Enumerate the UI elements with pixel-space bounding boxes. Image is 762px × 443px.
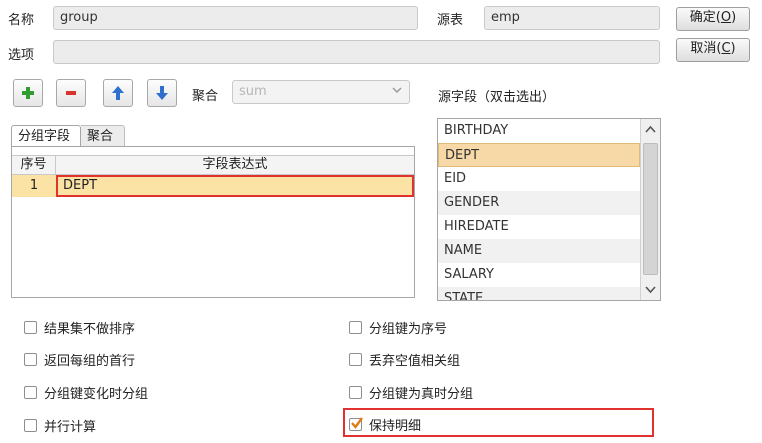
list-item[interactable]: BIRTHDAY	[438, 119, 640, 143]
list-item[interactable]: EID	[438, 167, 640, 191]
ok-button-label: 确定(	[689, 10, 721, 25]
option-no-sort[interactable]: 结果集不做排序	[24, 318, 135, 337]
option-label: 丢弃空值相关组	[369, 354, 461, 369]
chevron-down-icon	[391, 84, 403, 101]
option-first-row[interactable]: 返回每组的首行	[24, 350, 135, 369]
arrow-up-icon	[112, 86, 124, 100]
list-item[interactable]: HIREDATE	[438, 215, 640, 239]
checkmark-icon	[351, 417, 363, 429]
ok-button-close: )	[731, 10, 737, 25]
source-table-label: 源表	[437, 13, 464, 28]
list-item[interactable]: SALARY	[438, 263, 640, 287]
option-label: 分组键变化时分组	[44, 387, 149, 402]
option-label: 保持明细	[369, 419, 422, 434]
add-row-button[interactable]	[13, 79, 43, 107]
list-item[interactable]: DEPT	[438, 143, 640, 167]
move-up-button[interactable]	[103, 79, 133, 107]
ok-button[interactable]: 确定(O)	[676, 7, 750, 31]
scroll-up-icon[interactable]	[643, 121, 658, 139]
aggregate-select-value: sum	[239, 84, 267, 99]
checkbox[interactable]	[349, 353, 362, 366]
ok-button-key: O	[720, 10, 732, 25]
grid-header: 序号 字段表达式	[12, 155, 414, 175]
options-label: 选项	[8, 48, 35, 63]
aggregate-label: 聚合	[192, 89, 219, 104]
tab-group-fields[interactable]: 分组字段	[11, 125, 81, 147]
grid-header-index: 序号	[12, 156, 56, 174]
cancel-button-label: 取消(	[690, 41, 722, 56]
group-fields-panel: 序号 字段表达式 1 DEPT	[11, 146, 415, 298]
aggregate-select[interactable]: sum	[232, 80, 410, 104]
cancel-button-key: C	[721, 41, 731, 56]
option-keep-detail[interactable]: 保持明细	[349, 415, 421, 434]
checkbox[interactable]	[24, 321, 37, 334]
source-fields-list[interactable]: BIRTHDAY DEPT EID GENDER HIREDATE NAME S…	[437, 118, 661, 301]
source-fields-label: 源字段（双击选出）	[438, 90, 556, 105]
checkbox[interactable]	[349, 386, 362, 399]
option-label: 并行计算	[44, 420, 97, 435]
name-label: 名称	[8, 13, 35, 28]
grid-cell-expression[interactable]: DEPT	[56, 175, 414, 197]
checkbox[interactable]	[24, 353, 37, 366]
tab-aggregate[interactable]: 聚合	[81, 125, 125, 146]
checkbox-checked[interactable]	[349, 417, 363, 431]
option-label: 结果集不做排序	[44, 322, 136, 337]
option-key-as-index[interactable]: 分组键为序号	[349, 318, 447, 337]
list-scrollbar[interactable]	[640, 119, 660, 300]
option-parallel[interactable]: 并行计算	[24, 416, 96, 435]
option-label: 分组键为真时分组	[369, 387, 474, 402]
delete-row-button[interactable]	[56, 79, 86, 107]
cancel-button-close: )	[730, 41, 736, 56]
option-group-on-true[interactable]: 分组键为真时分组	[349, 383, 473, 402]
checkbox[interactable]	[24, 386, 37, 399]
option-drop-null-groups[interactable]: 丢弃空值相关组	[349, 350, 460, 369]
scroll-thumb[interactable]	[643, 143, 658, 275]
list-item[interactable]: GENDER	[438, 191, 640, 215]
source-fields-items: BIRTHDAY DEPT EID GENDER HIREDATE NAME S…	[438, 119, 640, 300]
option-group-on-change[interactable]: 分组键变化时分组	[24, 383, 148, 402]
cancel-button[interactable]: 取消(C)	[676, 38, 750, 62]
arrow-down-icon	[156, 86, 168, 100]
grid-cell-index: 1	[29, 178, 39, 193]
list-item[interactable]: STATE	[438, 287, 640, 300]
grid-header-expression: 字段表达式	[202, 157, 268, 172]
name-input[interactable]: group	[53, 6, 418, 30]
option-label: 分组键为序号	[369, 322, 448, 337]
source-table-input[interactable]: emp	[484, 6, 660, 30]
checkbox[interactable]	[349, 321, 362, 334]
list-item[interactable]: NAME	[438, 239, 640, 263]
plus-icon	[22, 87, 34, 99]
options-input[interactable]	[53, 40, 660, 64]
move-down-button[interactable]	[147, 79, 177, 107]
minus-icon	[66, 91, 76, 95]
option-label: 返回每组的首行	[44, 354, 136, 369]
scroll-down-icon[interactable]	[643, 280, 658, 298]
checkbox[interactable]	[24, 419, 37, 432]
